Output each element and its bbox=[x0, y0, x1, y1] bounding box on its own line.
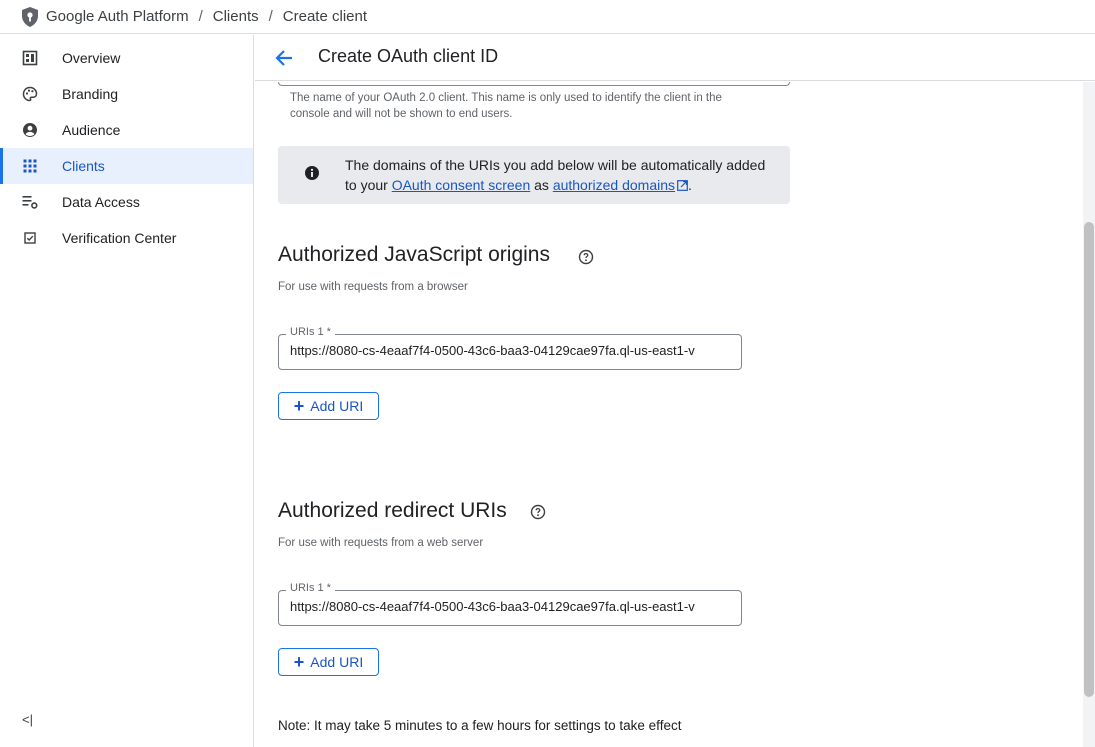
oauth-consent-screen-link[interactable]: OAuth consent screen bbox=[392, 177, 531, 193]
add-uri-label: Add URI bbox=[310, 398, 364, 414]
info-text-part: . bbox=[688, 177, 692, 193]
js-origin-uri-input[interactable] bbox=[290, 343, 732, 358]
checkbox-icon bbox=[24, 232, 36, 244]
help-icon[interactable] bbox=[578, 249, 594, 265]
breadcrumb-bar: Google Auth Platform / Clients / Create … bbox=[0, 0, 1095, 34]
sidebar-item-label: Verification Center bbox=[62, 230, 177, 246]
dashboard-icon bbox=[22, 50, 38, 66]
field-label: URIs 1 * bbox=[286, 582, 335, 594]
settings-note: Note: It may take 5 minutes to a few hou… bbox=[278, 718, 682, 733]
client-name-field[interactable] bbox=[278, 82, 790, 86]
sidebar-item-label: Clients bbox=[62, 158, 105, 174]
scrollbar-thumb[interactable] bbox=[1084, 222, 1094, 697]
redirect-uris-title: Authorized redirect URIs bbox=[278, 499, 507, 522]
js-origin-uri-field: URIs 1 * bbox=[278, 326, 742, 370]
add-js-origin-button[interactable]: + Add URI bbox=[278, 392, 379, 420]
list-settings-icon bbox=[22, 196, 38, 209]
field-label: URIs 1 * bbox=[286, 326, 335, 338]
sidebar-item-verification-center[interactable]: Verification Center bbox=[0, 220, 253, 256]
sidebar-item-branding[interactable]: Branding bbox=[0, 76, 253, 112]
redirect-uri-input[interactable] bbox=[290, 599, 732, 614]
shield-key-icon bbox=[22, 6, 38, 27]
plus-icon: + bbox=[293, 396, 305, 416]
plus-icon: + bbox=[293, 652, 305, 672]
scrollbar[interactable] bbox=[1083, 82, 1095, 747]
sidebar-item-label: Branding bbox=[62, 86, 119, 102]
add-redirect-uri-button[interactable]: + Add URI bbox=[278, 648, 379, 676]
apps-grid-icon bbox=[23, 159, 37, 173]
breadcrumb-separator: / bbox=[268, 8, 273, 25]
js-origins-title: Authorized JavaScript origins bbox=[278, 243, 550, 266]
sidebar-item-overview[interactable]: Overview bbox=[0, 40, 253, 76]
page-title: Create OAuth client ID bbox=[318, 46, 499, 66]
sidebar-item-label: Overview bbox=[62, 50, 121, 66]
redirect-uris-subtitle: For use with requests from a web server bbox=[278, 537, 484, 549]
breadcrumb-root[interactable]: Google Auth Platform bbox=[46, 8, 189, 25]
account-circle-icon bbox=[23, 123, 37, 137]
sidebar-item-audience[interactable]: Audience bbox=[0, 112, 253, 148]
page-header: Create OAuth client ID bbox=[255, 35, 1095, 81]
external-link-icon[interactable] bbox=[677, 180, 688, 191]
breadcrumb-current: Create client bbox=[282, 8, 368, 25]
info-text-part: as bbox=[530, 177, 553, 193]
sidebar-item-clients[interactable]: Clients bbox=[0, 148, 253, 184]
sidebar-item-label: Data Access bbox=[62, 194, 140, 210]
add-uri-label: Add URI bbox=[310, 654, 364, 670]
sidebar-item-label: Audience bbox=[62, 122, 121, 138]
help-icon[interactable] bbox=[530, 504, 546, 520]
main-content: The name of your OAuth 2.0 client. This … bbox=[255, 82, 1083, 747]
breadcrumb-clients[interactable]: Clients bbox=[213, 8, 259, 25]
collapse-sidebar-icon[interactable]: <| bbox=[22, 712, 33, 727]
palette-icon bbox=[22, 86, 38, 102]
sidebar-item-data-access[interactable]: Data Access bbox=[0, 184, 253, 220]
client-name-hint: The name of your OAuth 2.0 client. This … bbox=[290, 92, 722, 120]
sidebar: Overview Branding Audience Clients Data … bbox=[0, 35, 254, 747]
authorized-domains-link[interactable]: authorized domains bbox=[553, 177, 675, 193]
js-origins-subtitle: For use with requests from a browser bbox=[278, 281, 468, 293]
redirect-uri-field: URIs 1 * bbox=[278, 582, 742, 626]
breadcrumb-separator: / bbox=[198, 8, 203, 25]
info-icon bbox=[305, 166, 319, 180]
back-arrow-icon[interactable] bbox=[273, 47, 295, 69]
info-text: The domains of the URIs you add below wi… bbox=[345, 155, 775, 195]
info-banner: The domains of the URIs you add below wi… bbox=[278, 146, 790, 204]
